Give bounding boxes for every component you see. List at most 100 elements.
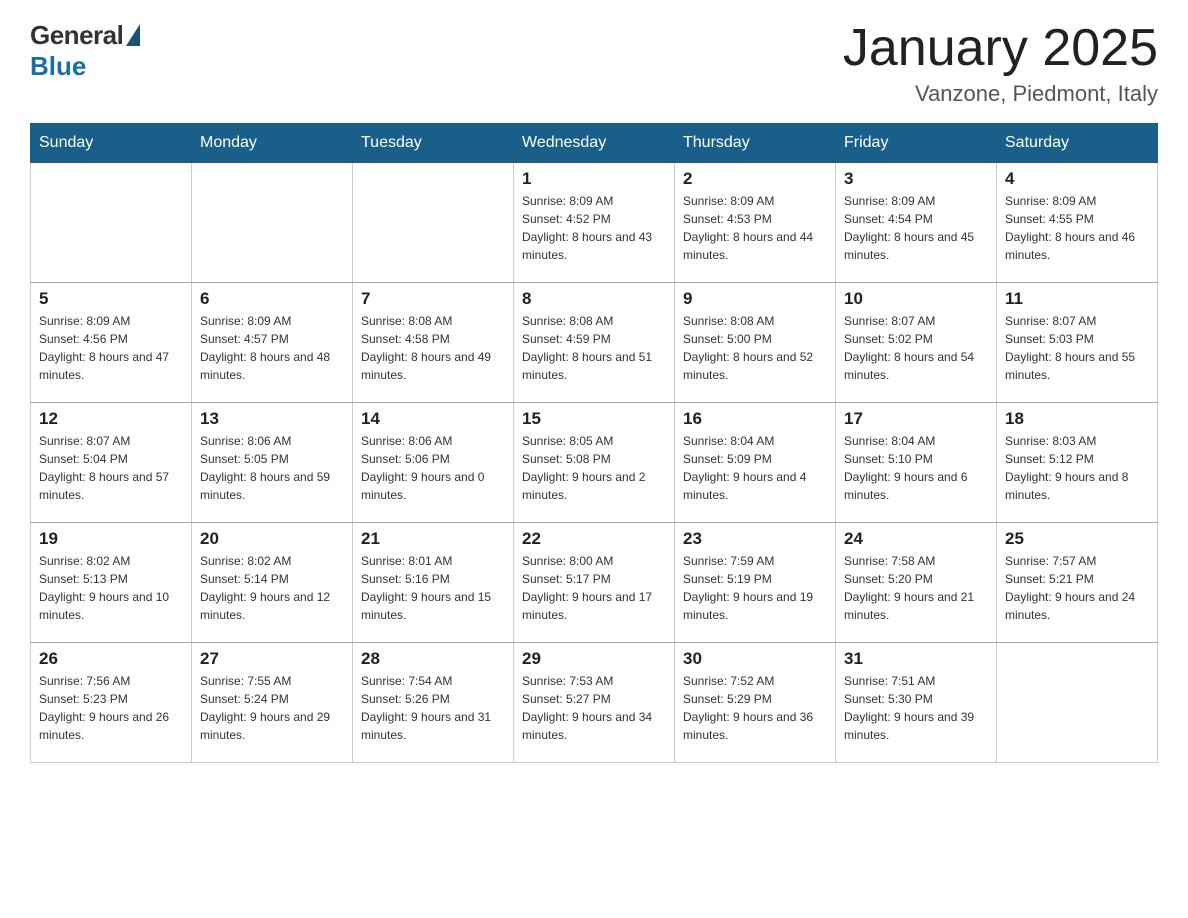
day-number: 9 [683, 289, 827, 309]
calendar-day-cell: 12 Sunrise: 8:07 AMSunset: 5:04 PMDayligh… [31, 403, 192, 523]
calendar-day-cell: 28 Sunrise: 7:54 AMSunset: 5:26 PMDayligh… [353, 643, 514, 763]
day-info: Sunrise: 8:08 AMSunset: 4:58 PMDaylight:… [361, 312, 505, 384]
day-number: 8 [522, 289, 666, 309]
day-of-week-header: Tuesday [353, 124, 514, 163]
day-of-week-header: Thursday [675, 124, 836, 163]
day-number: 12 [39, 409, 183, 429]
day-info: Sunrise: 7:55 AMSunset: 5:24 PMDaylight:… [200, 672, 344, 744]
day-number: 15 [522, 409, 666, 429]
day-number: 16 [683, 409, 827, 429]
calendar-day-cell: 25Sunrise: 7:57 AMSunset: 5:21 PMDayligh… [997, 523, 1158, 643]
calendar-day-cell: 15 Sunrise: 8:05 AMSunset: 5:08 PMDayligh… [514, 403, 675, 523]
day-info: Sunrise: 8:09 AMSunset: 4:54 PMDaylight:… [844, 192, 988, 264]
calendar-day-cell: 17 Sunrise: 8:04 AMSunset: 5:10 PMDayligh… [836, 403, 997, 523]
calendar-day-cell: 4Sunrise: 8:09 AMSunset: 4:55 PMDaylight… [997, 163, 1158, 283]
calendar-day-cell: 19 Sunrise: 8:02 AMSunset: 5:13 PMDayligh… [31, 523, 192, 643]
day-number: 11 [1005, 289, 1149, 309]
calendar-table: SundayMondayTuesdayWednesdayThursdayFrid… [30, 123, 1158, 763]
day-number: 24 [844, 529, 988, 549]
day-number: 14 [361, 409, 505, 429]
day-info: Sunrise: 8:07 AMSunset: 5:04 PMDaylight:… [39, 432, 183, 504]
day-number: 19 [39, 529, 183, 549]
day-info: Sunrise: 8:09 AMSunset: 4:56 PMDaylight:… [39, 312, 183, 384]
day-info: Sunrise: 7:52 AMSunset: 5:29 PMDaylight:… [683, 672, 827, 744]
day-info: Sunrise: 8:05 AMSunset: 5:08 PMDaylight:… [522, 432, 666, 504]
calendar-day-cell: 26 Sunrise: 7:56 AMSunset: 5:23 PMDayligh… [31, 643, 192, 763]
calendar-day-cell [31, 163, 192, 283]
day-info: Sunrise: 8:07 AMSunset: 5:02 PMDaylight:… [844, 312, 988, 384]
day-info: Sunrise: 7:58 AMSunset: 5:20 PMDaylight:… [844, 552, 988, 624]
calendar-week-row: 19 Sunrise: 8:02 AMSunset: 5:13 PMDayligh… [31, 523, 1158, 643]
day-info: Sunrise: 8:06 AMSunset: 5:05 PMDaylight:… [200, 432, 344, 504]
day-info: Sunrise: 8:02 AMSunset: 5:13 PMDaylight:… [39, 552, 183, 624]
day-number: 20 [200, 529, 344, 549]
day-info: Sunrise: 8:09 AMSunset: 4:53 PMDaylight:… [683, 192, 827, 264]
logo: General Blue [30, 20, 140, 82]
calendar-week-row: 26 Sunrise: 7:56 AMSunset: 5:23 PMDayligh… [31, 643, 1158, 763]
calendar-day-cell: 20 Sunrise: 8:02 AMSunset: 5:14 PMDayligh… [192, 523, 353, 643]
day-number: 30 [683, 649, 827, 669]
calendar-day-cell: 10 Sunrise: 8:07 AMSunset: 5:02 PMDayligh… [836, 283, 997, 403]
logo-triangle-icon [126, 24, 140, 46]
day-number: 10 [844, 289, 988, 309]
page-header: General Blue January 2025 Vanzone, Piedm… [30, 20, 1158, 107]
day-info: Sunrise: 7:56 AMSunset: 5:23 PMDaylight:… [39, 672, 183, 744]
day-number: 21 [361, 529, 505, 549]
day-of-week-header: Monday [192, 124, 353, 163]
day-number: 28 [361, 649, 505, 669]
calendar-week-row: 5Sunrise: 8:09 AMSunset: 4:56 PMDaylight… [31, 283, 1158, 403]
logo-general-text: General [30, 20, 123, 51]
day-number: 29 [522, 649, 666, 669]
day-number: 2 [683, 169, 827, 189]
title-section: January 2025 Vanzone, Piedmont, Italy [843, 20, 1158, 107]
day-of-week-header: Wednesday [514, 124, 675, 163]
day-number: 18 [1005, 409, 1149, 429]
calendar-day-cell: 13 Sunrise: 8:06 AMSunset: 5:05 PMDayligh… [192, 403, 353, 523]
day-info: Sunrise: 7:51 AMSunset: 5:30 PMDaylight:… [844, 672, 988, 744]
day-number: 13 [200, 409, 344, 429]
day-info: Sunrise: 8:04 AMSunset: 5:09 PMDaylight:… [683, 432, 827, 504]
calendar-title: January 2025 [843, 20, 1158, 77]
calendar-day-cell: 9Sunrise: 8:08 AMSunset: 5:00 PMDaylight… [675, 283, 836, 403]
day-info: Sunrise: 8:04 AMSunset: 5:10 PMDaylight:… [844, 432, 988, 504]
day-number: 4 [1005, 169, 1149, 189]
calendar-day-cell: 23 Sunrise: 7:59 AMSunset: 5:19 PMDayligh… [675, 523, 836, 643]
day-of-week-header: Friday [836, 124, 997, 163]
day-info: Sunrise: 8:09 AMSunset: 4:52 PMDaylight:… [522, 192, 666, 264]
day-info: Sunrise: 8:03 AMSunset: 5:12 PMDaylight:… [1005, 432, 1149, 504]
day-info: Sunrise: 7:59 AMSunset: 5:19 PMDaylight:… [683, 552, 827, 624]
day-number: 6 [200, 289, 344, 309]
calendar-week-row: 12 Sunrise: 8:07 AMSunset: 5:04 PMDayligh… [31, 403, 1158, 523]
day-of-week-header: Saturday [997, 124, 1158, 163]
day-number: 27 [200, 649, 344, 669]
day-number: 22 [522, 529, 666, 549]
calendar-day-cell: 24 Sunrise: 7:58 AMSunset: 5:20 PMDayligh… [836, 523, 997, 643]
day-info: Sunrise: 8:07 AMSunset: 5:03 PMDaylight:… [1005, 312, 1149, 384]
day-info: Sunrise: 8:02 AMSunset: 5:14 PMDaylight:… [200, 552, 344, 624]
calendar-day-cell: 1 Sunrise: 8:09 AMSunset: 4:52 PMDaylight… [514, 163, 675, 283]
day-number: 31 [844, 649, 988, 669]
calendar-day-cell: 31 Sunrise: 7:51 AMSunset: 5:30 PMDayligh… [836, 643, 997, 763]
day-info: Sunrise: 8:08 AMSunset: 4:59 PMDaylight:… [522, 312, 666, 384]
calendar-day-cell: 2 Sunrise: 8:09 AMSunset: 4:53 PMDaylight… [675, 163, 836, 283]
calendar-day-cell [997, 643, 1158, 763]
day-number: 3 [844, 169, 988, 189]
calendar-day-cell [192, 163, 353, 283]
calendar-day-cell: 11 Sunrise: 8:07 AMSunset: 5:03 PMDayligh… [997, 283, 1158, 403]
calendar-day-cell: 5Sunrise: 8:09 AMSunset: 4:56 PMDaylight… [31, 283, 192, 403]
calendar-day-cell: 6Sunrise: 8:09 AMSunset: 4:57 PMDaylight… [192, 283, 353, 403]
calendar-day-cell: 27 Sunrise: 7:55 AMSunset: 5:24 PMDayligh… [192, 643, 353, 763]
calendar-day-cell [353, 163, 514, 283]
calendar-subtitle: Vanzone, Piedmont, Italy [843, 81, 1158, 107]
day-info: Sunrise: 7:54 AMSunset: 5:26 PMDaylight:… [361, 672, 505, 744]
calendar-day-cell: 16 Sunrise: 8:04 AMSunset: 5:09 PMDayligh… [675, 403, 836, 523]
calendar-day-cell: 29Sunrise: 7:53 AMSunset: 5:27 PMDayligh… [514, 643, 675, 763]
day-number: 1 [522, 169, 666, 189]
calendar-day-cell: 21Sunrise: 8:01 AMSunset: 5:16 PMDayligh… [353, 523, 514, 643]
day-number: 26 [39, 649, 183, 669]
logo-blue-text: Blue [30, 51, 86, 82]
calendar-day-cell: 14Sunrise: 8:06 AMSunset: 5:06 PMDayligh… [353, 403, 514, 523]
day-number: 23 [683, 529, 827, 549]
calendar-day-cell: 7Sunrise: 8:08 AMSunset: 4:58 PMDaylight… [353, 283, 514, 403]
day-number: 17 [844, 409, 988, 429]
